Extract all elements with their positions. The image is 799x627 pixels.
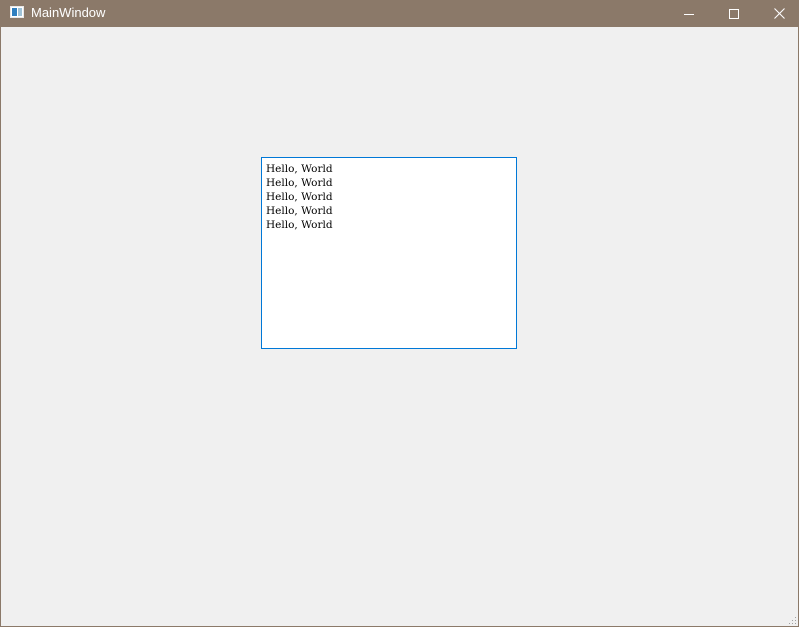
maximize-icon: [729, 8, 739, 19]
resize-grip-icon[interactable]: [788, 616, 797, 625]
title-bar[interactable]: MainWindow: [1, 0, 798, 27]
app-icon-pane-left: [12, 8, 17, 16]
client-area: Hello, World Hello, World Hello, World H…: [1, 27, 798, 626]
maximize-button[interactable]: [711, 0, 757, 27]
text-line: Hello, World: [266, 219, 333, 231]
app-window-icon[interactable]: [10, 6, 24, 18]
text-line: Hello, World: [266, 177, 333, 189]
text-line: Hello, World: [266, 205, 333, 217]
text-edit[interactable]: Hello, World Hello, World Hello, World H…: [261, 157, 517, 349]
minimize-icon: [684, 13, 694, 15]
text-line: Hello, World: [266, 191, 333, 203]
text-line: Hello, World: [266, 163, 333, 175]
main-window: MainWindow Hello, World Hello, World Hel…: [0, 0, 799, 627]
close-icon: [773, 8, 785, 19]
window-title: MainWindow: [31, 5, 106, 20]
app-icon-pane-right: [18, 8, 22, 16]
close-button[interactable]: [756, 0, 798, 27]
minimize-button[interactable]: [666, 0, 712, 27]
